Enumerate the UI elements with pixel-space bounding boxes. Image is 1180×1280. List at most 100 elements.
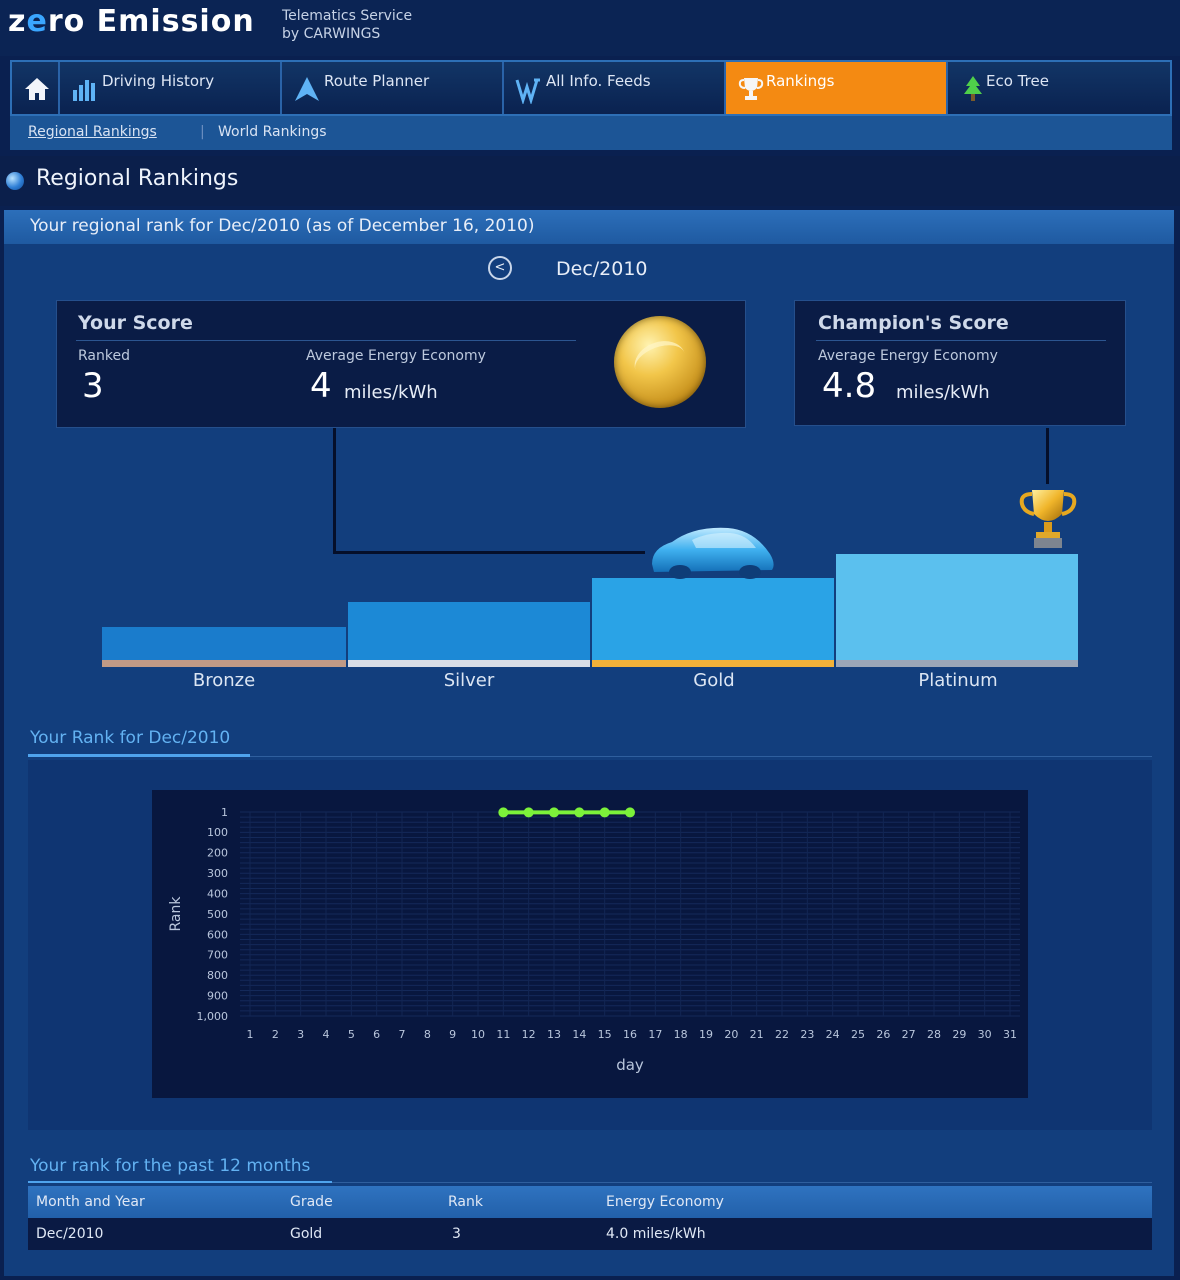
x-tick-label: 4 xyxy=(323,1028,330,1041)
divider xyxy=(332,1182,1152,1183)
nav-route-planner[interactable]: Route Planner xyxy=(282,62,504,114)
divider xyxy=(76,340,576,341)
x-tick-label: 14 xyxy=(572,1028,586,1041)
x-tick-label: 31 xyxy=(1003,1028,1017,1041)
nav-label: Route Planner xyxy=(324,72,430,90)
table-row: Dec/2010 Gold 3 4.0 miles/kWh xyxy=(28,1218,1152,1250)
col-header-month: Month and Year xyxy=(36,1194,145,1210)
zero-emission-logo[interactable]: zero Emission xyxy=(8,4,255,39)
podium-bar-silver xyxy=(348,602,590,661)
rank-line-chart: 11002003004005006007008009001,000 123456… xyxy=(168,806,1020,1074)
rank-data-point xyxy=(498,807,509,818)
avg-economy-unit: miles/kWh xyxy=(344,382,438,403)
tagline-line-2: by CARWINGS xyxy=(282,26,381,42)
nav-all-info-feeds[interactable]: All Info. Feeds xyxy=(504,62,726,114)
podium-bar-gold xyxy=(592,578,834,661)
car-icon xyxy=(652,527,774,579)
trophy-icon xyxy=(1019,490,1077,548)
champion-score-title: Champion's Score xyxy=(818,312,1009,334)
x-tick-label: 1 xyxy=(247,1028,254,1041)
y-tick-label: 400 xyxy=(207,887,228,900)
champion-economy-value: 4.8 xyxy=(822,366,877,406)
podium-label-bronze: Bronze xyxy=(192,670,256,691)
home-icon xyxy=(25,78,49,100)
nav-rankings[interactable]: Rankings xyxy=(726,62,948,114)
podium-bar-bronze xyxy=(102,627,346,661)
rank-data-point xyxy=(574,807,585,818)
x-tick-label: 29 xyxy=(952,1028,966,1041)
y-tick-label: 500 xyxy=(207,908,228,921)
y-tick-label: 200 xyxy=(207,847,228,860)
arrow-up-icon xyxy=(295,77,319,101)
x-tick-label: 7 xyxy=(399,1028,406,1041)
your-score-title: Your Score xyxy=(78,312,193,334)
heading-underline xyxy=(28,754,250,757)
x-tick-label: 28 xyxy=(927,1028,941,1041)
nav-home[interactable] xyxy=(12,62,60,114)
y-tick-label: 600 xyxy=(207,928,228,941)
x-tick-label: 27 xyxy=(902,1028,916,1041)
y-tick-label: 100 xyxy=(207,826,228,839)
x-tick-label: 17 xyxy=(648,1028,662,1041)
x-tick-label: 13 xyxy=(547,1028,561,1041)
rank-chart-heading[interactable]: Your Rank for Dec/2010 xyxy=(30,728,230,748)
panel-heading: Your regional rank for Dec/2010 (as of D… xyxy=(30,216,535,236)
tree-icon xyxy=(964,76,982,101)
podium-bar-platinum xyxy=(836,554,1078,661)
subnav-separator: | xyxy=(200,124,205,140)
tagline: Telematics Service by CARWINGS xyxy=(282,7,412,43)
subnav-world-rankings[interactable]: World Rankings xyxy=(218,124,327,140)
cell-rank: 3 xyxy=(452,1226,461,1242)
feed-icon xyxy=(515,78,540,104)
x-tick-label: 12 xyxy=(522,1028,536,1041)
sub-nav: Regional Rankings | World Rankings xyxy=(10,116,1172,150)
podium-label-silver: Silver xyxy=(443,670,495,691)
rank-data-point xyxy=(549,807,559,818)
rank-data-point xyxy=(523,807,534,818)
subnav-regional-rankings[interactable]: Regional Rankings xyxy=(28,124,157,140)
x-tick-label: 15 xyxy=(598,1028,612,1041)
x-tick-label: 5 xyxy=(348,1028,355,1041)
trophy-icon xyxy=(738,78,764,100)
nav-eco-tree[interactable]: Eco Tree xyxy=(948,62,1170,114)
ranked-label: Ranked xyxy=(78,348,130,364)
x-tick-label: 11 xyxy=(496,1028,510,1041)
logo-o-glyph: e xyxy=(26,4,48,39)
champion-economy-label: Average Energy Economy xyxy=(818,348,998,364)
nav-label: Driving History xyxy=(102,72,215,90)
x-tick-label: 6 xyxy=(373,1028,380,1041)
divider xyxy=(250,756,1152,757)
x-tick-label: 3 xyxy=(297,1028,304,1041)
gold-medal-icon xyxy=(614,316,706,408)
x-tick-label: 16 xyxy=(623,1028,637,1041)
bullet-icon xyxy=(6,172,24,190)
connector-line xyxy=(1046,428,1049,484)
connector-line xyxy=(333,428,336,554)
podium-label-gold: Gold xyxy=(693,670,735,691)
logo-prefix: z xyxy=(8,4,27,39)
avg-economy-label: Average Energy Economy xyxy=(306,348,486,364)
y-tick-label: 700 xyxy=(207,949,228,962)
bar-chart-icon xyxy=(73,80,95,101)
y-tick-label: 800 xyxy=(207,969,228,982)
x-tick-label: 9 xyxy=(449,1028,456,1041)
podium-base-platinum xyxy=(836,660,1078,667)
tagline-line-1: Telematics Service xyxy=(282,8,413,24)
x-tick-label: 25 xyxy=(851,1028,865,1041)
x-tick-label: 21 xyxy=(750,1028,764,1041)
nav-driving-history[interactable]: Driving History xyxy=(60,62,282,114)
cell-economy: 4.0 miles/kWh xyxy=(606,1226,706,1242)
cell-grade: Gold xyxy=(290,1226,323,1242)
prev-month-button[interactable]: < xyxy=(488,256,512,280)
x-tick-label: 30 xyxy=(978,1028,992,1041)
y-tick-label: 1 xyxy=(221,806,228,819)
podium-base-gold xyxy=(592,660,834,667)
x-tick-label: 18 xyxy=(674,1028,688,1041)
avg-economy-value: 4 xyxy=(310,366,332,406)
y-tick-label: 900 xyxy=(207,990,228,1003)
champion-economy-unit: miles/kWh xyxy=(896,382,990,403)
history-heading[interactable]: Your rank for the past 12 months xyxy=(30,1156,310,1176)
heading-underline xyxy=(28,1181,332,1183)
main-nav: Driving History Route Planner All Info. … xyxy=(10,60,1172,116)
x-axis-label: day xyxy=(616,1056,644,1074)
